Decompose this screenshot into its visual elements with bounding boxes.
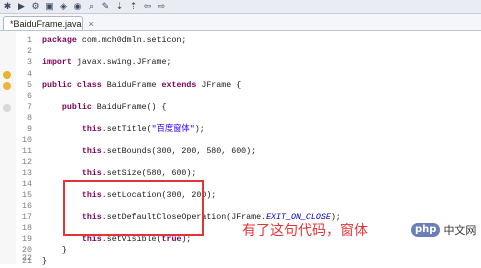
code-line: 22 (0, 252, 481, 265)
php-logo-badge: php (411, 223, 441, 237)
package-icon[interactable]: ▣ (44, 1, 55, 12)
main-toolbar: ✱ ▶ ⚙ ▣ ◈ ◉ ⌕ ✎ ⇣ ⇡ ⇦ ⇨ (0, 0, 481, 14)
forward-icon[interactable]: ⇨ (156, 1, 167, 12)
warning-marker-icon[interactable] (3, 71, 11, 79)
new-java-class-icon[interactable]: ◈ (58, 1, 69, 12)
next-annotation-icon[interactable]: ⇣ (114, 1, 125, 12)
highlight-box (63, 180, 204, 236)
editor-tab-bar: *BaiduFrame.java × (0, 14, 481, 31)
back-icon[interactable]: ⇦ (142, 1, 153, 12)
tab-baiduframe-java[interactable]: *BaiduFrame.java × (3, 16, 94, 30)
php-cn-watermark: php 中文网 (408, 222, 480, 238)
annotation-text: 有了这句代码，窗体 (242, 222, 368, 238)
line-number: 22 (22, 254, 32, 263)
open-type-icon[interactable]: ◉ (72, 1, 83, 12)
fold-marker-icon[interactable] (3, 104, 11, 112)
run-icon[interactable]: ▶ (16, 1, 27, 12)
debug-icon[interactable]: ✱ (2, 1, 13, 12)
tab-label: *BaiduFrame.java (10, 18, 82, 29)
search-icon[interactable]: ⌕ (86, 1, 97, 12)
quick-fix-marker-icon[interactable] (3, 82, 11, 90)
toggle-mark-icon[interactable]: ✎ (100, 1, 111, 12)
external-tools-icon[interactable]: ⚙ (30, 1, 41, 12)
close-icon[interactable]: × (89, 19, 94, 29)
previous-annotation-icon[interactable]: ⇡ (128, 1, 139, 12)
logo-text: 中文网 (443, 224, 477, 237)
